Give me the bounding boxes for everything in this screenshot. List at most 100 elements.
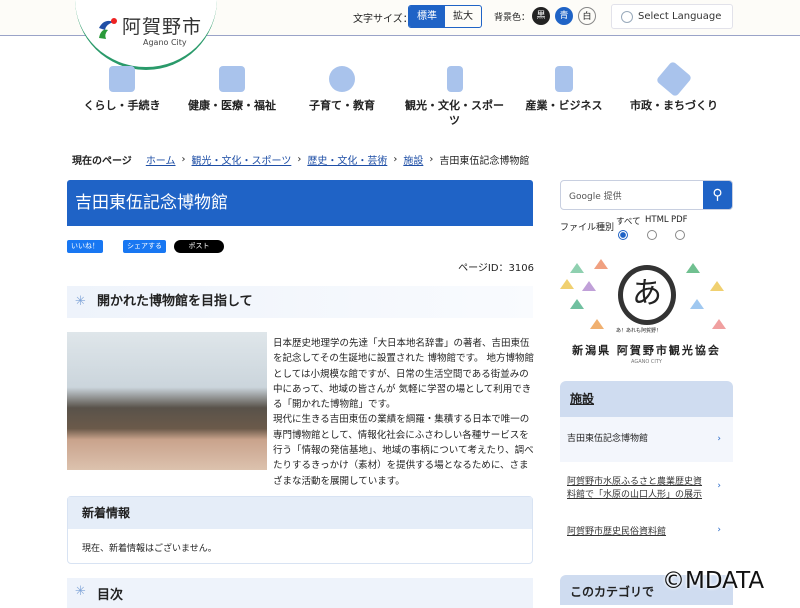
bg-color-label: 背景色： (494, 13, 531, 23)
section-heading-text: 開かれた博物館を目指して (97, 294, 253, 309)
toc-heading-text: 目次 (97, 588, 124, 603)
site-header: 阿賀野市 Agano City 文字サイズ： 標準 拡大 背景色： 黒 青 白 … (0, 0, 800, 70)
file-type-html-label: HTML (645, 215, 669, 225)
file-type-all-label: すべて (616, 217, 641, 227)
breadcrumb-history[interactable]: 歴史・文化・芸術 (307, 152, 387, 167)
mountain-decoration (570, 263, 584, 273)
banner-tagline: あ！あれも阿賀野！ (616, 328, 662, 334)
chevron-right-icon: › (393, 154, 398, 165)
house-icon (109, 66, 135, 92)
mountain-decoration (710, 281, 724, 291)
file-type-pdf-label: PDF (671, 215, 688, 225)
museum-photo (67, 332, 267, 470)
bg-blue-button[interactable]: 青 (555, 7, 573, 25)
mountain-decoration (570, 299, 584, 309)
facility-link[interactable]: 阿賀野市歴史民俗資料館 (567, 527, 666, 537)
hospital-icon (219, 66, 245, 92)
facility-item[interactable]: 阿賀野市歴史民俗資料館 › (560, 512, 733, 549)
mountain-decoration (686, 263, 700, 273)
snowflake-icon: ✳ (75, 294, 86, 309)
nav-tourism[interactable]: 観光・文化・スポーツ (397, 66, 512, 128)
nav-childcare[interactable]: 子育て・教育 (287, 66, 397, 113)
chevron-right-icon: › (429, 154, 434, 165)
language-select[interactable]: Select Language (611, 4, 733, 29)
mountain-decoration (690, 299, 704, 309)
breadcrumb-label: 現在のページ (72, 156, 132, 167)
snowflake-icon: ✳ (75, 584, 86, 599)
facility-link[interactable]: 阿賀野市水原ふるさと農業歴史資料館で「水原の山口人形」の展示 (567, 477, 702, 500)
mountain-decoration (594, 259, 608, 269)
file-type-html-radio[interactable] (647, 230, 657, 240)
runner-icon (446, 66, 463, 92)
nav-label: くらし・手続き (83, 99, 161, 112)
breadcrumb-tourism[interactable]: 観光・文化・スポーツ (192, 152, 292, 167)
city-sub: Agano City (143, 38, 187, 47)
body-text: 日本歴史地理学の先達「大日本地名辞書」の著者、吉田東伍を記念してその生誕地に設置… (273, 336, 535, 489)
file-type-label: ファイル種別 (560, 223, 615, 233)
news-body: 現在、新着情報はございません。 (82, 544, 217, 554)
nav-label: 観光・文化・スポーツ (405, 99, 504, 127)
toc-heading: ✳ 目次 (67, 578, 533, 608)
facility-item[interactable]: 阿賀野市水原ふるさと農業歴史資料館で「水原の山口人形」の展示 › (560, 462, 733, 512)
search-input[interactable]: Google 提供 (569, 189, 622, 202)
file-type-all-radio[interactable] (618, 230, 628, 240)
nav-city[interactable]: 市政・まちづくり (619, 60, 729, 113)
chevron-right-icon: › (181, 154, 186, 165)
nav-label: 子育て・教育 (309, 99, 375, 112)
mountain-decoration (590, 319, 604, 329)
mountain-decoration (582, 281, 596, 291)
font-size-label: 文字サイズ： (353, 14, 413, 25)
globe-icon (621, 11, 633, 23)
facilities-menu: 施設 吉田東伍記念博物館 › 阿賀野市水原ふるさと農業歴史資料館で「水原の山口人形… (560, 381, 733, 549)
chevron-right-icon: › (717, 524, 721, 535)
bg-black-button[interactable]: 黒 (532, 7, 550, 25)
chevron-right-icon: › (297, 154, 302, 165)
font-size-toggle: 標準 拡大 (408, 5, 482, 28)
facilities-heading[interactable]: 施設 (560, 381, 733, 417)
tourism-association-banner[interactable]: あ あ！あれも阿賀野！ 新潟県 阿賀野市観光協会 AGANO CITY (560, 255, 733, 370)
city-logo-icon (99, 18, 117, 39)
page-title: 吉田東伍記念博物館 (67, 180, 533, 226)
bg-white-button[interactable]: 白 (578, 7, 596, 25)
language-label: Select Language (638, 11, 722, 22)
paragraph: 日本歴史地理学の先達「大日本地名辞書」の著者、吉田東伍を記念してその生誕地に設置… (273, 338, 535, 411)
font-size-standard[interactable]: 標準 (409, 6, 445, 27)
x-post-button[interactable]: ポスト (174, 240, 224, 253)
banner-sub: AGANO CITY (631, 359, 662, 365)
banner-org: 新潟県 阿賀野市観光協会 (572, 344, 721, 357)
chevron-right-icon: › (717, 481, 721, 491)
watermark: ©MDATA (662, 568, 765, 594)
building-icon (555, 66, 573, 92)
nav-label: 市政・まちづくり (630, 99, 718, 112)
breadcrumb-facilities[interactable]: 施設 (403, 152, 423, 167)
chevron-right-icon: › (717, 433, 721, 444)
mountain-decoration (560, 279, 574, 289)
news-box: 新着情報 現在、新着情報はございません。 (67, 496, 533, 564)
mountain-decoration (712, 319, 726, 329)
facility-item[interactable]: 吉田東伍記念博物館 › (560, 417, 733, 462)
association-logo: あ (618, 265, 676, 325)
section-heading: ✳ 開かれた博物館を目指して (67, 286, 533, 318)
search-button[interactable]: ⚲ (703, 181, 732, 209)
news-heading: 新着情報 (68, 497, 532, 529)
nav-industry[interactable]: 産業・ビジネス (509, 66, 619, 113)
breadcrumb: 現在のページ ホーム › 観光・文化・スポーツ › 歴史・文化・芸術 › 施設 › 吉田… (72, 152, 529, 167)
book-icon (655, 60, 693, 98)
nav-label: 産業・ビジネス (525, 99, 603, 112)
paragraph: 現代に生きる吉田東伍の業績を綱羅・集積する日本で唯一の専門博物館として、情報化社… (273, 414, 534, 487)
city-name[interactable]: 阿賀野市 (122, 12, 202, 39)
breadcrumb-home[interactable]: ホーム (146, 152, 176, 167)
facebook-share-button[interactable]: シェアする (123, 240, 166, 253)
file-type-pdf-radio[interactable] (675, 230, 685, 240)
site-search: Google 提供 ⚲ (560, 180, 733, 210)
facility-link[interactable]: 吉田東伍記念博物館 (567, 434, 648, 444)
nav-label: 健康・医療・福祉 (188, 99, 276, 112)
font-size-large[interactable]: 拡大 (445, 6, 481, 27)
baby-icon (329, 66, 355, 92)
nav-health[interactable]: 健康・医療・福祉 (177, 66, 287, 113)
breadcrumb-current: 吉田東伍記念博物館 (439, 156, 530, 167)
nav-living[interactable]: くらし・手続き (67, 66, 177, 113)
facebook-like-button[interactable]: いいね！ (67, 240, 103, 253)
page-id: ページID：3106 (458, 263, 534, 274)
search-icon: ⚲ (712, 187, 723, 203)
